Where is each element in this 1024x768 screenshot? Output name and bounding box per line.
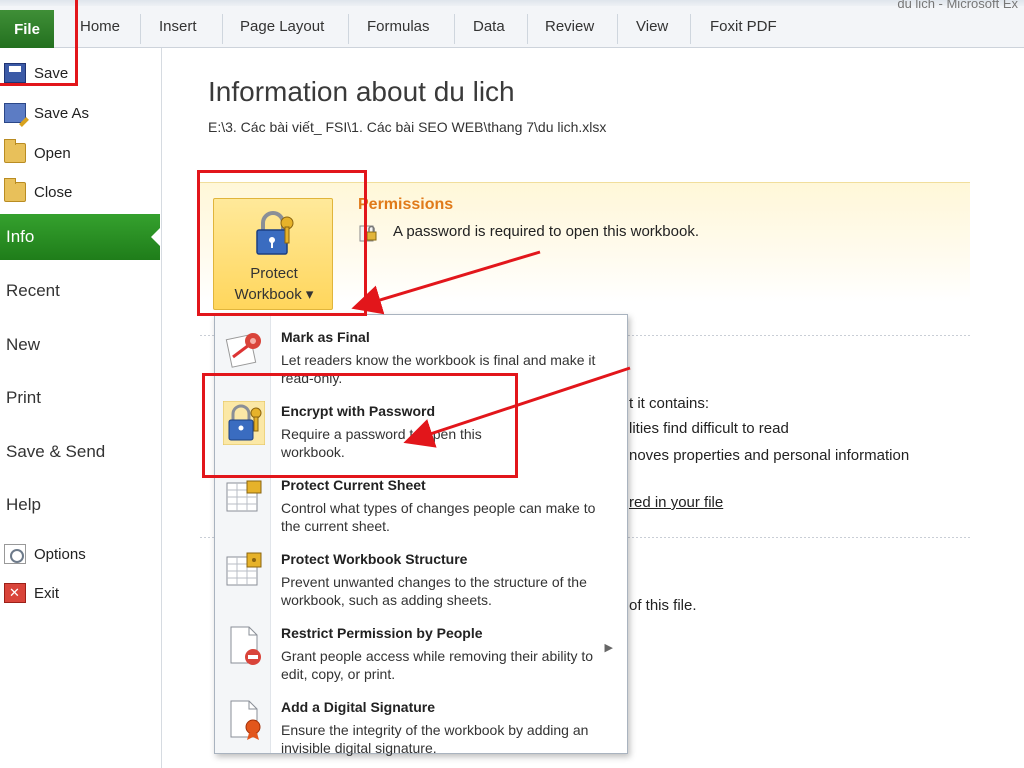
protect-sheet-icon xyxy=(226,480,262,512)
tab-data[interactable]: Data xyxy=(473,18,505,35)
tab-formulas[interactable]: Formulas xyxy=(367,18,430,35)
menu-item-title: Protect Workbook Structure xyxy=(281,551,468,567)
tab-insert[interactable]: Insert xyxy=(159,18,197,35)
backstage-nav: Save Save As Open Close Info Recent New … xyxy=(0,48,162,768)
menu-item-title: Restrict Permission by People xyxy=(281,625,483,641)
tab-separator xyxy=(454,14,455,44)
prepare-heading-fragment: t it contains: xyxy=(629,395,710,412)
window-title: du lich - Microsoft Ex xyxy=(897,0,1018,11)
menu-item-restrict-permission[interactable]: Restrict Permission by People Grant peop… xyxy=(215,615,627,685)
tab-view[interactable]: View xyxy=(636,18,668,35)
restrict-permission-icon xyxy=(230,626,261,665)
mark-final-icon xyxy=(225,333,261,368)
tab-home[interactable]: Home xyxy=(80,18,120,35)
ribbon-tab-bar: du lich - Microsoft Ex File Home Insert … xyxy=(0,0,1024,48)
menu-item-add-digital-signature[interactable]: Add a Digital Signature Ensure the integ… xyxy=(215,689,627,759)
nav-tab-recent[interactable]: Recent xyxy=(0,268,160,314)
menu-item-description: Prevent unwanted changes to the structur… xyxy=(281,574,587,608)
close-label: Close xyxy=(34,183,73,201)
prepare-line-fragment: lities find difficult to read xyxy=(629,420,789,437)
prepare-line-fragment: noves properties and personal informatio… xyxy=(629,447,910,464)
tab-separator xyxy=(222,14,223,44)
exit-label: Exit xyxy=(34,584,60,602)
close-command[interactable]: Close xyxy=(4,177,72,207)
nav-tab-save-send[interactable]: Save & Send xyxy=(0,429,160,475)
options-icon xyxy=(4,544,26,564)
menu-item-description: Grant people access while removing their… xyxy=(281,648,594,682)
tab-separator xyxy=(348,14,349,44)
menu-item-title: Add a Digital Signature xyxy=(281,699,436,715)
tab-separator xyxy=(690,14,691,44)
page-title: Information about du lich xyxy=(208,76,515,107)
digital-signature-icon xyxy=(230,700,261,740)
save-as-label: Save As xyxy=(34,104,90,122)
open-label: Open xyxy=(34,144,71,162)
menu-item-title: Mark as Final xyxy=(281,329,370,345)
menu-item-description: Control what types of changes people can… xyxy=(281,500,596,534)
open-command[interactable]: Open xyxy=(4,138,71,168)
close-folder-icon xyxy=(4,178,26,202)
annotation-box-encrypt xyxy=(202,373,518,478)
menu-item-protect-workbook-structure[interactable]: Protect Workbook Structure Prevent unwan… xyxy=(215,541,627,611)
permissions-text: A password is required to open this work… xyxy=(393,223,699,240)
tab-separator xyxy=(617,14,618,44)
protect-structure-icon xyxy=(226,552,262,586)
prepare-link[interactable]: red in your file xyxy=(629,494,723,511)
exit-command[interactable]: Exit xyxy=(4,578,59,608)
nav-tab-help[interactable]: Help xyxy=(0,482,160,528)
tab-review[interactable]: Review xyxy=(545,18,594,35)
tab-foxit-pdf[interactable]: Foxit PDF xyxy=(710,18,777,35)
save-as-icon xyxy=(4,103,26,123)
file-path: E:\3. Các bài viết_ FSI\1. Các bài SEO W… xyxy=(208,119,607,135)
options-label: Options xyxy=(34,545,86,563)
open-folder-icon xyxy=(4,139,26,163)
nav-tab-new[interactable]: New xyxy=(0,322,160,368)
exit-icon xyxy=(4,583,26,603)
tab-separator xyxy=(140,14,141,44)
tab-separator xyxy=(527,14,528,44)
options-command[interactable]: Options xyxy=(4,539,86,569)
save-as-command[interactable]: Save As xyxy=(4,98,89,128)
tab-page-layout[interactable]: Page Layout xyxy=(240,18,324,35)
submenu-arrow-icon: ▶ xyxy=(604,642,613,654)
permissions-title: Permissions xyxy=(358,196,454,213)
nav-tab-info[interactable]: Info xyxy=(0,214,161,260)
annotation-box-protect-workbook xyxy=(197,170,367,316)
menu-item-description: Ensure the integrity of the workbook by … xyxy=(281,722,589,756)
menu-item-title: Protect Current Sheet xyxy=(281,477,426,493)
title-bar-strip xyxy=(0,0,1024,6)
annotation-box-file xyxy=(0,0,78,86)
nav-tab-print[interactable]: Print xyxy=(0,375,160,421)
versions-fragment: of this file. xyxy=(629,597,697,614)
